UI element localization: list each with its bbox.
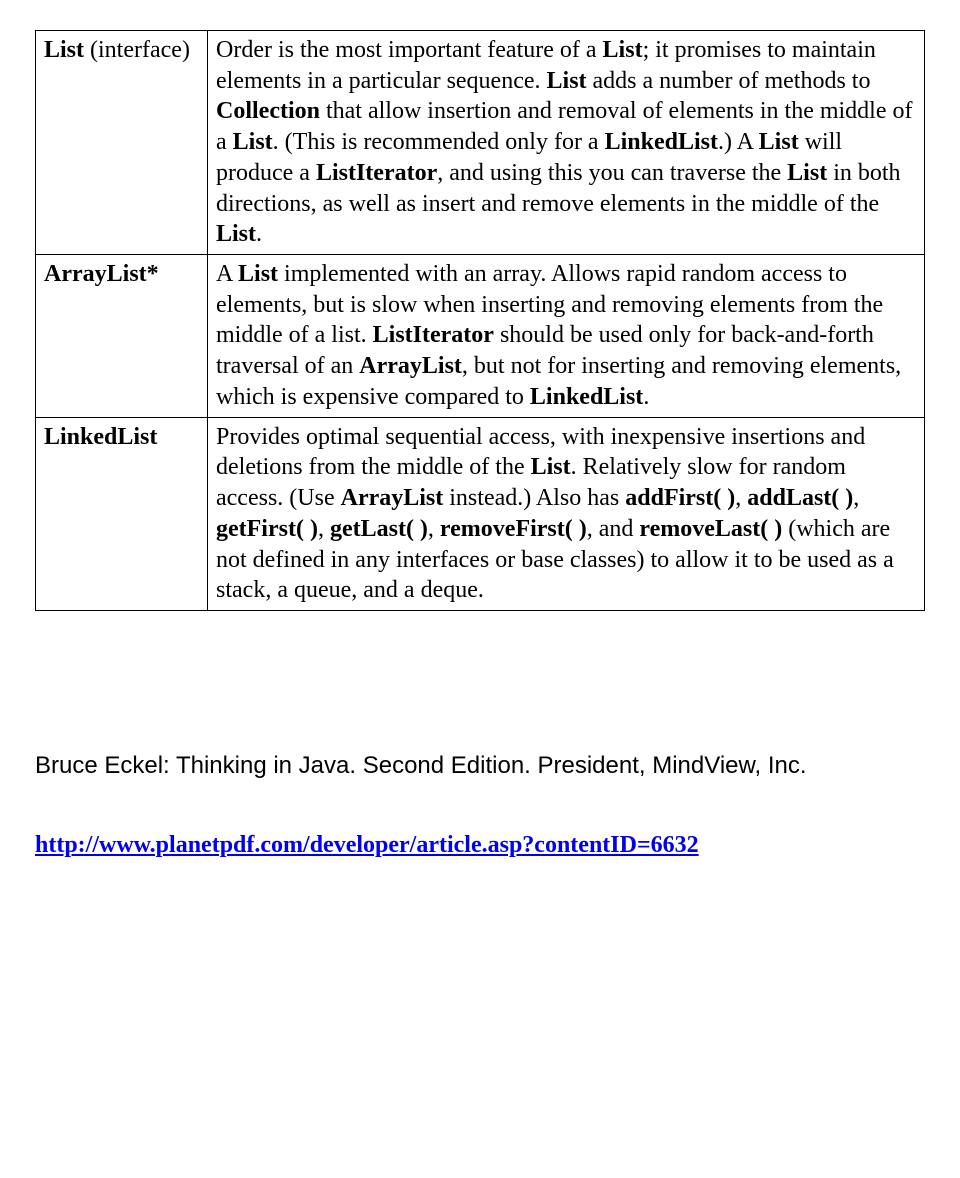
row-description: Order is the most important feature of a… xyxy=(208,31,925,255)
row-label: List (interface) xyxy=(36,31,208,255)
row-description: Provides optimal sequential access, with… xyxy=(208,417,925,610)
reference-link-line: http://www.planetpdf.com/developer/artic… xyxy=(35,830,925,861)
definition-table: List (interface)Order is the most import… xyxy=(35,30,925,611)
table-row: List (interface)Order is the most import… xyxy=(36,31,925,255)
table-row: ArrayList*A List implemented with an arr… xyxy=(36,255,925,418)
reference-link[interactable]: http://www.planetpdf.com/developer/artic… xyxy=(35,832,699,858)
row-label: ArrayList* xyxy=(36,255,208,418)
row-description: A List implemented with an array. Allows… xyxy=(208,255,925,418)
table-row: LinkedListProvides optimal sequential ac… xyxy=(36,417,925,610)
attribution-text: Bruce Eckel: Thinking in Java. Second Ed… xyxy=(35,751,925,782)
row-label: LinkedList xyxy=(36,417,208,610)
